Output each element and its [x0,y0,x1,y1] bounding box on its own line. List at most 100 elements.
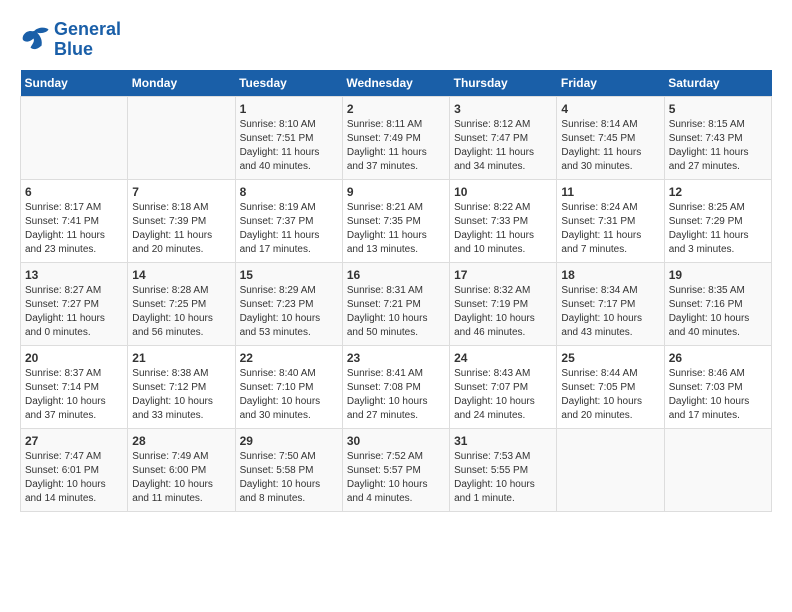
logo-icon [20,26,50,54]
day-number: 23 [347,351,445,365]
day-header-wednesday: Wednesday [342,70,449,97]
calendar-cell: 4 Sunrise: 8:14 AM Sunset: 7:45 PM Daylig… [557,96,664,179]
day-info: Sunrise: 8:24 AM Sunset: 7:31 PM Dayligh… [561,201,659,257]
calendar-cell: 7 Sunrise: 8:18 AM Sunset: 7:39 PM Daylig… [128,179,235,262]
calendar-week-row: 1 Sunrise: 8:10 AM Sunset: 7:51 PM Daylig… [21,96,772,179]
day-number: 15 [240,268,338,282]
day-number: 14 [132,268,230,282]
day-info: Sunrise: 8:32 AM Sunset: 7:19 PM Dayligh… [454,284,552,340]
day-info: Sunrise: 8:22 AM Sunset: 7:33 PM Dayligh… [454,201,552,257]
day-header-sunday: Sunday [21,70,128,97]
day-info: Sunrise: 8:44 AM Sunset: 7:05 PM Dayligh… [561,367,659,423]
calendar-cell: 14 Sunrise: 8:28 AM Sunset: 7:25 PM Dayli… [128,262,235,345]
day-info: Sunrise: 8:40 AM Sunset: 7:10 PM Dayligh… [240,367,338,423]
calendar-cell: 11 Sunrise: 8:24 AM Sunset: 7:31 PM Dayli… [557,179,664,262]
page-header: General Blue [20,20,772,60]
day-number: 19 [669,268,767,282]
day-info: Sunrise: 7:47 AM Sunset: 6:01 PM Dayligh… [25,450,123,506]
day-info: Sunrise: 8:15 AM Sunset: 7:43 PM Dayligh… [669,118,767,174]
calendar-cell: 6Sunrise: 8:17 AM Sunset: 7:41 PM Daylig… [21,179,128,262]
calendar-cell: 2Sunrise: 8:11 AM Sunset: 7:49 PM Daylig… [342,96,449,179]
day-number: 16 [347,268,445,282]
day-info: Sunrise: 7:52 AM Sunset: 5:57 PM Dayligh… [347,450,445,506]
day-number: 30 [347,434,445,448]
day-number: 9 [347,185,445,199]
logo: General Blue [20,20,121,60]
day-header-saturday: Saturday [664,70,771,97]
logo-text: General Blue [54,20,121,60]
calendar-cell: 5Sunrise: 8:15 AM Sunset: 7:43 PM Daylig… [664,96,771,179]
day-header-monday: Monday [128,70,235,97]
calendar-cell: 12 Sunrise: 8:25 AM Sunset: 7:29 PM Dayli… [664,179,771,262]
day-info: Sunrise: 8:19 AM Sunset: 7:37 PM Dayligh… [240,201,338,257]
day-info: Sunrise: 8:37 AM Sunset: 7:14 PM Dayligh… [25,367,123,423]
calendar-cell [128,96,235,179]
calendar-cell: 26 Sunrise: 8:46 AM Sunset: 7:03 PM Dayli… [664,345,771,428]
calendar-week-row: 6Sunrise: 8:17 AM Sunset: 7:41 PM Daylig… [21,179,772,262]
day-info: Sunrise: 8:38 AM Sunset: 7:12 PM Dayligh… [132,367,230,423]
calendar-cell: 9Sunrise: 8:21 AM Sunset: 7:35 PM Daylig… [342,179,449,262]
day-number: 4 [561,102,659,116]
calendar-table: SundayMondayTuesdayWednesdayThursdayFrid… [20,70,772,512]
day-info: Sunrise: 8:41 AM Sunset: 7:08 PM Dayligh… [347,367,445,423]
day-header-thursday: Thursday [450,70,557,97]
calendar-week-row: 27 Sunrise: 7:47 AM Sunset: 6:01 PM Dayli… [21,428,772,511]
calendar-week-row: 20 Sunrise: 8:37 AM Sunset: 7:14 PM Dayli… [21,345,772,428]
day-number: 28 [132,434,230,448]
calendar-cell: 15 Sunrise: 8:29 AM Sunset: 7:23 PM Dayli… [235,262,342,345]
calendar-cell: 8 Sunrise: 8:19 AM Sunset: 7:37 PM Daylig… [235,179,342,262]
day-info: Sunrise: 8:35 AM Sunset: 7:16 PM Dayligh… [669,284,767,340]
calendar-cell: 25 Sunrise: 8:44 AM Sunset: 7:05 PM Dayli… [557,345,664,428]
day-info: Sunrise: 8:43 AM Sunset: 7:07 PM Dayligh… [454,367,552,423]
day-number: 31 [454,434,552,448]
calendar-cell: 16 Sunrise: 8:31 AM Sunset: 7:21 PM Dayli… [342,262,449,345]
calendar-cell: 18Sunrise: 8:34 AM Sunset: 7:17 PM Dayli… [557,262,664,345]
day-number: 18 [561,268,659,282]
day-number: 3 [454,102,552,116]
day-info: Sunrise: 8:28 AM Sunset: 7:25 PM Dayligh… [132,284,230,340]
day-info: Sunrise: 8:14 AM Sunset: 7:45 PM Dayligh… [561,118,659,174]
day-number: 25 [561,351,659,365]
day-number: 26 [669,351,767,365]
day-info: Sunrise: 8:31 AM Sunset: 7:21 PM Dayligh… [347,284,445,340]
day-info: Sunrise: 7:50 AM Sunset: 5:58 PM Dayligh… [240,450,338,506]
day-info: Sunrise: 8:17 AM Sunset: 7:41 PM Dayligh… [25,201,123,257]
day-number: 29 [240,434,338,448]
day-header-tuesday: Tuesday [235,70,342,97]
calendar-header-row: SundayMondayTuesdayWednesdayThursdayFrid… [21,70,772,97]
day-number: 22 [240,351,338,365]
calendar-cell: 13Sunrise: 8:27 AM Sunset: 7:27 PM Dayli… [21,262,128,345]
day-number: 24 [454,351,552,365]
day-number: 11 [561,185,659,199]
day-info: Sunrise: 8:10 AM Sunset: 7:51 PM Dayligh… [240,118,338,174]
day-header-friday: Friday [557,70,664,97]
calendar-cell: 31 Sunrise: 7:53 AM Sunset: 5:55 PM Dayli… [450,428,557,511]
calendar-cell [21,96,128,179]
day-info: Sunrise: 7:53 AM Sunset: 5:55 PM Dayligh… [454,450,552,506]
calendar-cell: 10 Sunrise: 8:22 AM Sunset: 7:33 PM Dayli… [450,179,557,262]
calendar-cell: 1 Sunrise: 8:10 AM Sunset: 7:51 PM Daylig… [235,96,342,179]
day-info: Sunrise: 7:49 AM Sunset: 6:00 PM Dayligh… [132,450,230,506]
day-info: Sunrise: 8:46 AM Sunset: 7:03 PM Dayligh… [669,367,767,423]
calendar-cell [557,428,664,511]
calendar-cell: 21Sunrise: 8:38 AM Sunset: 7:12 PM Dayli… [128,345,235,428]
day-info: Sunrise: 8:25 AM Sunset: 7:29 PM Dayligh… [669,201,767,257]
calendar-cell: 19 Sunrise: 8:35 AM Sunset: 7:16 PM Dayli… [664,262,771,345]
calendar-cell: 17Sunrise: 8:32 AM Sunset: 7:19 PM Dayli… [450,262,557,345]
calendar-cell: 24 Sunrise: 8:43 AM Sunset: 7:07 PM Dayli… [450,345,557,428]
calendar-week-row: 13Sunrise: 8:27 AM Sunset: 7:27 PM Dayli… [21,262,772,345]
day-number: 8 [240,185,338,199]
day-number: 27 [25,434,123,448]
day-info: Sunrise: 8:18 AM Sunset: 7:39 PM Dayligh… [132,201,230,257]
day-number: 12 [669,185,767,199]
day-info: Sunrise: 8:12 AM Sunset: 7:47 PM Dayligh… [454,118,552,174]
day-number: 20 [25,351,123,365]
calendar-cell: 30 Sunrise: 7:52 AM Sunset: 5:57 PM Dayli… [342,428,449,511]
day-number: 7 [132,185,230,199]
calendar-cell: 29 Sunrise: 7:50 AM Sunset: 5:58 PM Dayli… [235,428,342,511]
calendar-cell: 23 Sunrise: 8:41 AM Sunset: 7:08 PM Dayli… [342,345,449,428]
day-number: 1 [240,102,338,116]
day-number: 10 [454,185,552,199]
day-info: Sunrise: 8:29 AM Sunset: 7:23 PM Dayligh… [240,284,338,340]
calendar-cell: 3 Sunrise: 8:12 AM Sunset: 7:47 PM Daylig… [450,96,557,179]
